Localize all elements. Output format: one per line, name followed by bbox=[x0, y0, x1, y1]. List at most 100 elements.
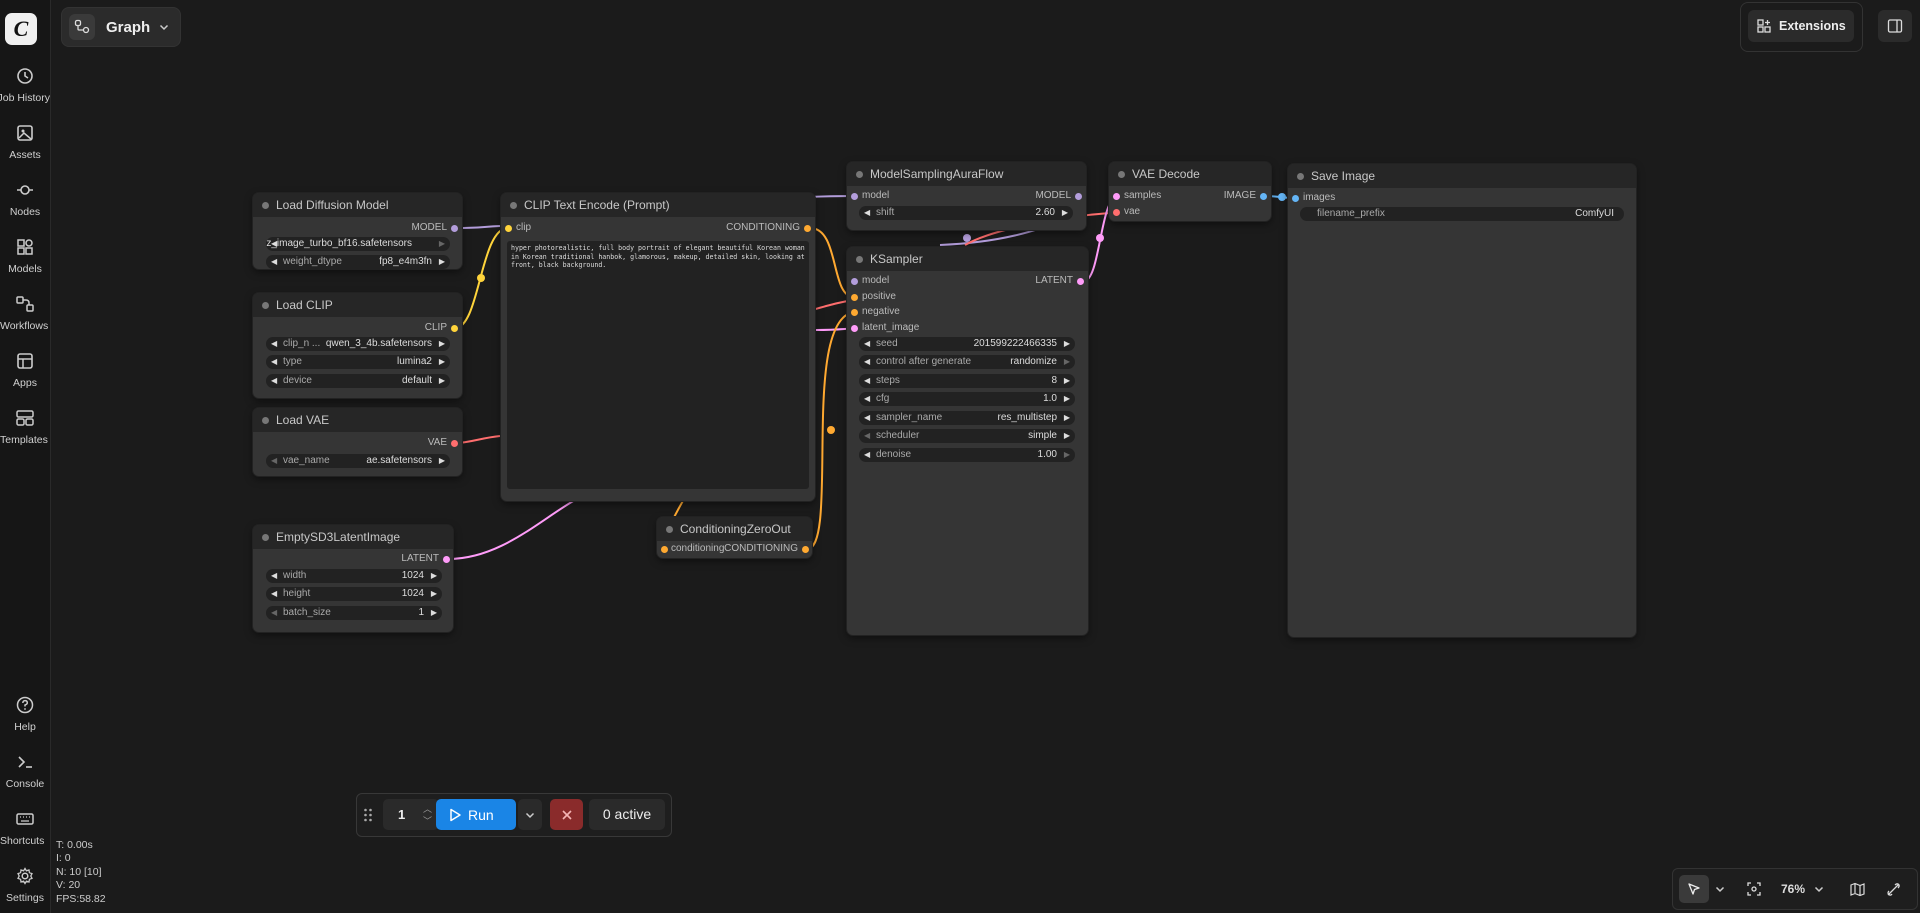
width-number[interactable]: ◀ width 1024 ▶ bbox=[266, 569, 442, 583]
weight-dtype-combo[interactable]: ◀ weight_dtype fp8_e4m3fn ▶ bbox=[266, 255, 450, 269]
node-title-bar[interactable]: ConditioningZeroOut bbox=[657, 517, 812, 541]
minimap-button[interactable] bbox=[1843, 875, 1871, 903]
extensions-label: Extensions bbox=[1779, 19, 1846, 33]
drag-handle-icon[interactable] bbox=[363, 807, 373, 823]
output-slot-latent[interactable] bbox=[1077, 278, 1084, 285]
input-slot-samples[interactable] bbox=[1113, 193, 1120, 200]
sidebar-item-settings[interactable]: Settings bbox=[0, 866, 50, 904]
node-title-bar[interactable]: Load CLIP bbox=[253, 293, 462, 317]
node-ksampler[interactable]: KSampler LATENT model positive negative … bbox=[847, 247, 1088, 635]
sidebar-label: Assets bbox=[9, 149, 41, 161]
node-load-clip[interactable]: Load CLIP CLIP ◀ clip_n ... qwen_3_4b.safe… bbox=[253, 293, 462, 398]
extensions-button[interactable]: Extensions bbox=[1748, 10, 1854, 42]
node-title-bar[interactable]: CLIP Text Encode (Prompt) bbox=[501, 193, 815, 217]
batch-size-number[interactable]: ◀ batch_size 1 ▶ bbox=[266, 606, 442, 620]
input-slot-latent-image[interactable] bbox=[851, 325, 858, 332]
node-title-bar[interactable]: Load Diffusion Model bbox=[253, 193, 462, 217]
hide-links-button[interactable] bbox=[1879, 875, 1907, 903]
run-button[interactable]: Run bbox=[436, 799, 516, 830]
node-title-bar[interactable]: Save Image bbox=[1288, 164, 1636, 188]
clip-type-combo[interactable]: ◀ type lumina2 ▶ bbox=[266, 355, 450, 369]
sidebar-item-shortcuts[interactable]: Shortcuts bbox=[0, 809, 50, 847]
output-slot-image[interactable] bbox=[1260, 193, 1267, 200]
node-title-bar[interactable]: KSampler bbox=[847, 247, 1088, 271]
sampler-name-combo[interactable]: ◀ sampler_name res_multistep ▶ bbox=[859, 411, 1075, 425]
cfg-number[interactable]: ◀ cfg 1.0 ▶ bbox=[859, 392, 1075, 406]
output-label: IMAGE bbox=[1223, 190, 1256, 201]
input-slot-images[interactable] bbox=[1292, 195, 1299, 202]
node-load-diffusion-model[interactable]: Load Diffusion Model MODEL ◀ z_image_turb… bbox=[253, 193, 462, 269]
output-slot-conditioning[interactable] bbox=[804, 225, 811, 232]
sidebar-item-assets[interactable]: Assets bbox=[0, 123, 50, 161]
link-off-icon bbox=[1886, 882, 1900, 896]
device-combo[interactable]: ◀ device default ▶ bbox=[266, 374, 450, 388]
prompt-textarea[interactable]: hyper photorealistic, full body portrait… bbox=[507, 241, 809, 489]
output-slot-latent[interactable] bbox=[443, 556, 450, 563]
sidebar-item-apps[interactable]: Apps bbox=[0, 351, 50, 389]
node-title-bar[interactable]: EmptySD3LatentImage bbox=[253, 525, 453, 549]
input-slot-positive[interactable] bbox=[851, 294, 858, 301]
sidebar-label: Workflows bbox=[0, 320, 49, 332]
batch-count-stepper[interactable]: 1 ︿ ﹀ bbox=[383, 799, 439, 830]
sidebar-item-help[interactable]: Help bbox=[0, 695, 50, 733]
vae-name-combo[interactable]: ◀ vae_name ae.safetensors ▶ bbox=[266, 454, 450, 468]
comfy-logo[interactable]: C bbox=[5, 13, 37, 45]
run-options-button[interactable] bbox=[518, 799, 542, 830]
input-slot-negative[interactable] bbox=[851, 309, 858, 316]
sidebar-item-job-history[interactable]: Job History bbox=[0, 66, 50, 104]
batch-count-value[interactable]: 1 bbox=[398, 807, 405, 822]
filename-prefix-input[interactable]: filename_prefix ComfyUI bbox=[1300, 207, 1624, 221]
graph-menu-button[interactable]: Graph bbox=[61, 7, 181, 47]
control-after-generate-combo[interactable]: ◀ control after generate randomize ▶ bbox=[859, 355, 1075, 369]
input-slot-clip[interactable] bbox=[505, 225, 512, 232]
seed-number[interactable]: ◀ seed 201599222466335 ▶ bbox=[859, 337, 1075, 351]
unet-name-combo[interactable]: ◀ z_image_turbo_bf16.safetensors ▶ bbox=[266, 237, 450, 251]
models-icon bbox=[17, 239, 33, 255]
node-title: VAE Decode bbox=[1132, 167, 1200, 181]
input-slot-model[interactable] bbox=[851, 193, 858, 200]
gear-icon bbox=[17, 867, 33, 885]
node-load-vae[interactable]: Load VAE VAE ◀ vae_name ae.safetensors ▶ bbox=[253, 408, 462, 476]
steps-number[interactable]: ◀ steps 8 ▶ bbox=[859, 374, 1075, 388]
fit-view-button[interactable] bbox=[1741, 875, 1767, 903]
active-queue-count[interactable]: 0 active bbox=[589, 799, 665, 830]
sidebar-item-templates[interactable]: Templates bbox=[0, 408, 50, 446]
decrement-icon[interactable]: ﹀ bbox=[423, 814, 432, 827]
output-label: MODEL bbox=[411, 222, 447, 233]
sidebar-label: Job History bbox=[0, 92, 50, 104]
node-empty-sd3-latent[interactable]: EmptySD3LatentImage LATENT ◀ width 1024 ▶ ◀… bbox=[253, 525, 453, 632]
node-vae-decode[interactable]: VAE Decode samples vae IMAGE bbox=[1109, 162, 1271, 221]
sidebar-item-console[interactable]: Console bbox=[0, 752, 50, 790]
sidebar-item-models[interactable]: Models bbox=[0, 237, 50, 275]
graph-icon bbox=[69, 14, 95, 40]
output-slot-conditioning[interactable] bbox=[802, 546, 809, 553]
cancel-run-button[interactable] bbox=[550, 799, 583, 830]
input-slot-conditioning[interactable] bbox=[661, 546, 668, 553]
node-model-sampling-auraflow[interactable]: ModelSamplingAuraFlow model MODEL ◀ shift… bbox=[847, 162, 1086, 230]
sidebar-item-workflows[interactable]: Workflows bbox=[0, 294, 50, 332]
denoise-number[interactable]: ◀ denoise 1.00 ▶ bbox=[859, 448, 1075, 462]
node-save-image[interactable]: Save Image images filename_prefix ComfyUI bbox=[1288, 164, 1636, 637]
height-number[interactable]: ◀ height 1024 ▶ bbox=[266, 587, 442, 601]
node-title-bar[interactable]: Load VAE bbox=[253, 408, 462, 432]
node-clip-text-encode[interactable]: CLIP Text Encode (Prompt) clip CONDITION… bbox=[501, 193, 815, 501]
node-title-bar[interactable]: VAE Decode bbox=[1109, 162, 1271, 186]
zoom-control[interactable]: 76% bbox=[1773, 875, 1833, 903]
input-slot-vae[interactable] bbox=[1113, 209, 1120, 216]
output-slot-model[interactable] bbox=[451, 225, 458, 232]
tool-mode-dropdown[interactable] bbox=[1711, 875, 1729, 903]
clip-name-combo[interactable]: ◀ clip_n ... qwen_3_4b.safetensors ▶ bbox=[266, 337, 450, 351]
sidebar-item-nodes[interactable]: Nodes bbox=[0, 180, 50, 218]
scheduler-combo[interactable]: ◀ scheduler simple ▶ bbox=[859, 429, 1075, 443]
select-tool-button[interactable] bbox=[1679, 875, 1709, 903]
input-slot-model[interactable] bbox=[851, 278, 858, 285]
sidebar-label: Nodes bbox=[9, 206, 41, 218]
shift-number[interactable]: ◀ shift 2.60 ▶ bbox=[859, 206, 1073, 220]
output-slot-vae[interactable] bbox=[451, 440, 458, 447]
output-slot-model[interactable] bbox=[1075, 193, 1082, 200]
node-conditioning-zero-out[interactable]: ConditioningZeroOut conditioning CONDITI… bbox=[657, 517, 812, 558]
toggle-panel-button[interactable] bbox=[1878, 10, 1912, 42]
output-slot-clip[interactable] bbox=[451, 325, 458, 332]
sidebar-label: Console bbox=[5, 778, 45, 790]
node-title-bar[interactable]: ModelSamplingAuraFlow bbox=[847, 162, 1086, 186]
